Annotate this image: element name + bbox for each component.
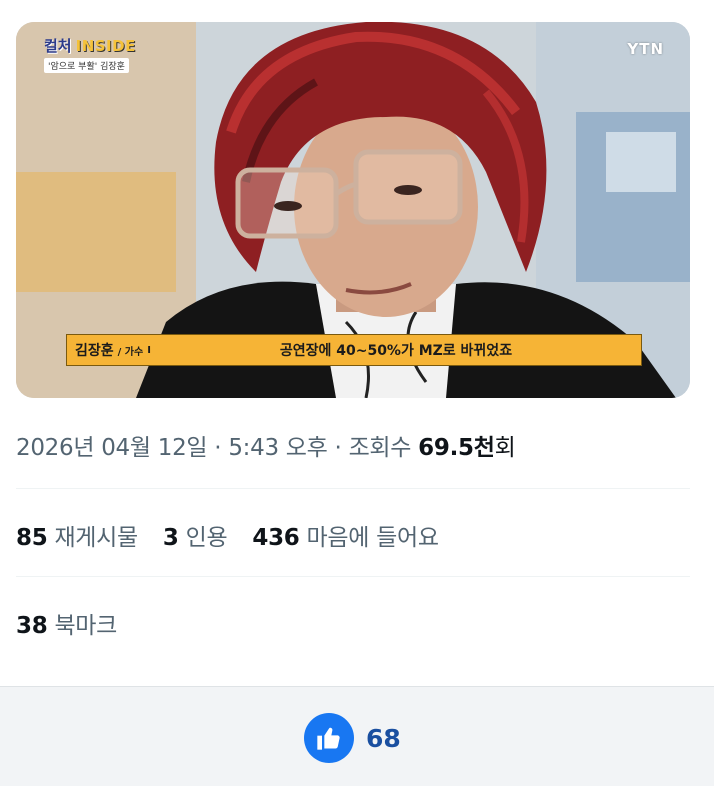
- post-time[interactable]: 5:43 오후: [228, 435, 327, 461]
- video-caption-bar: 김장훈 / 가수 I 공연장에 40~50%가 MZ로 바뀌었죠: [66, 334, 642, 366]
- program-logo: 컬처 INSIDE '암으로 부활' 김장훈: [44, 38, 136, 73]
- divider: [16, 576, 690, 577]
- engagement-stats: 85 재게시물 3 인용 436 마음에 들어요: [16, 518, 457, 552]
- post-date[interactable]: 2026년 04월 12일: [16, 435, 208, 461]
- bookmarks-stat[interactable]: 38 북마크: [16, 606, 117, 640]
- reposts-count: 85: [16, 525, 48, 551]
- thumbs-up-icon: [304, 713, 354, 763]
- quotes-count: 3: [162, 525, 179, 551]
- reposts-stat[interactable]: 85 재게시물: [16, 518, 138, 552]
- views-count: 69.5천: [418, 435, 495, 461]
- program-logo-english: INSIDE: [75, 37, 136, 55]
- post-metadata: 2026년 04월 12일 · 5:43 오후 · 조회수 69.5천회: [16, 428, 516, 462]
- like-reaction-button[interactable]: 68: [304, 713, 401, 763]
- caption-name: 김장훈: [67, 340, 114, 360]
- bookmarks-count: 38: [16, 613, 48, 639]
- reposts-label: 재게시물: [54, 525, 138, 551]
- tweet-media-image[interactable]: 컬처 INSIDE '암으로 부활' 김장훈 YTN 김장훈 / 가수 I 공연…: [16, 22, 690, 398]
- quotes-label: 인용: [185, 525, 228, 551]
- program-logo-korean: 컬처: [44, 37, 72, 55]
- caption-quote: 공연장에 40~50%가 MZ로 바뀌었죠: [279, 343, 513, 359]
- likes-label: 마음에 들어요: [306, 525, 439, 551]
- caption-role: / 가수: [117, 346, 144, 358]
- reaction-count: 68: [366, 723, 401, 753]
- reaction-bar: 68: [0, 686, 714, 786]
- meta-separator: ·: [327, 435, 349, 461]
- divider: [16, 488, 690, 489]
- views-unit: 회: [494, 435, 516, 461]
- likes-stat[interactable]: 436 마음에 들어요: [252, 518, 439, 552]
- channel-watermark: YTN: [627, 40, 664, 58]
- views-label: 조회수: [348, 435, 419, 461]
- quotes-stat[interactable]: 3 인용: [162, 518, 228, 552]
- likes-count: 436: [252, 525, 300, 551]
- program-logo-subtitle: '암으로 부활' 김장훈: [44, 58, 129, 73]
- bookmarks-label: 북마크: [54, 613, 118, 639]
- meta-separator: ·: [207, 435, 229, 461]
